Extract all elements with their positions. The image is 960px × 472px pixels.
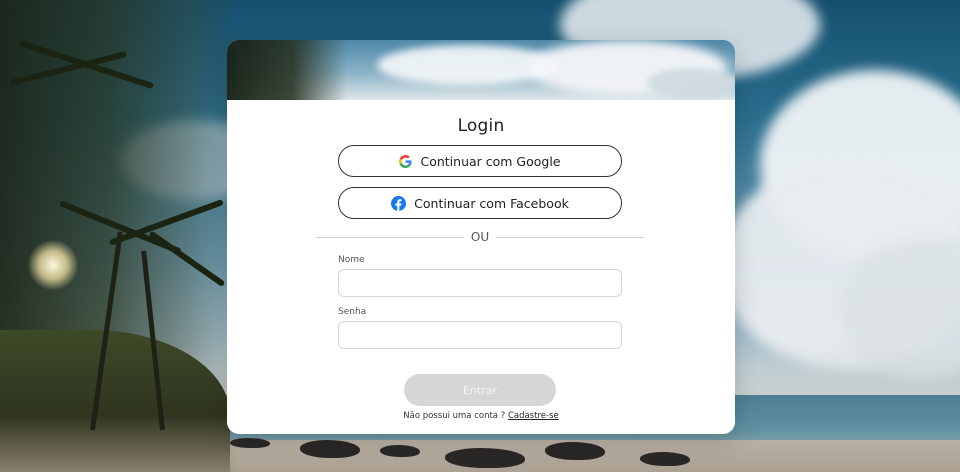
google-icon — [399, 154, 413, 168]
password-input[interactable] — [338, 321, 622, 349]
background-sun — [28, 240, 78, 290]
banner-cloud — [647, 68, 735, 98]
background-rock — [640, 452, 690, 466]
submit-button[interactable]: Entrar — [404, 374, 556, 406]
name-label: Nome — [338, 255, 365, 265]
background-rock — [380, 445, 420, 457]
background-rock — [445, 448, 525, 468]
google-login-button[interactable]: Continuar com Google — [338, 145, 622, 177]
or-divider: OU — [316, 230, 644, 244]
background-rock — [300, 440, 360, 458]
login-title: Login — [457, 116, 505, 136]
password-label: Senha — [338, 307, 367, 317]
signup-prompt: Não possui uma conta ? Cadastre-se — [227, 411, 735, 421]
facebook-login-label: Continuar com Facebook — [414, 195, 569, 211]
signup-link[interactable]: Cadastre-se — [508, 411, 559, 421]
background-rock — [545, 442, 605, 460]
facebook-icon — [391, 195, 407, 211]
banner-palm — [227, 40, 347, 100]
divider-line — [496, 237, 644, 238]
login-banner-image — [227, 40, 735, 100]
login-card: Login Continuar com Google Continuar com… — [227, 40, 735, 434]
name-input[interactable] — [338, 269, 622, 297]
facebook-login-button[interactable]: Continuar com Facebook — [338, 187, 622, 219]
signup-prompt-text: Não possui uma conta ? — [403, 411, 506, 421]
google-login-label: Continuar com Google — [420, 153, 561, 169]
